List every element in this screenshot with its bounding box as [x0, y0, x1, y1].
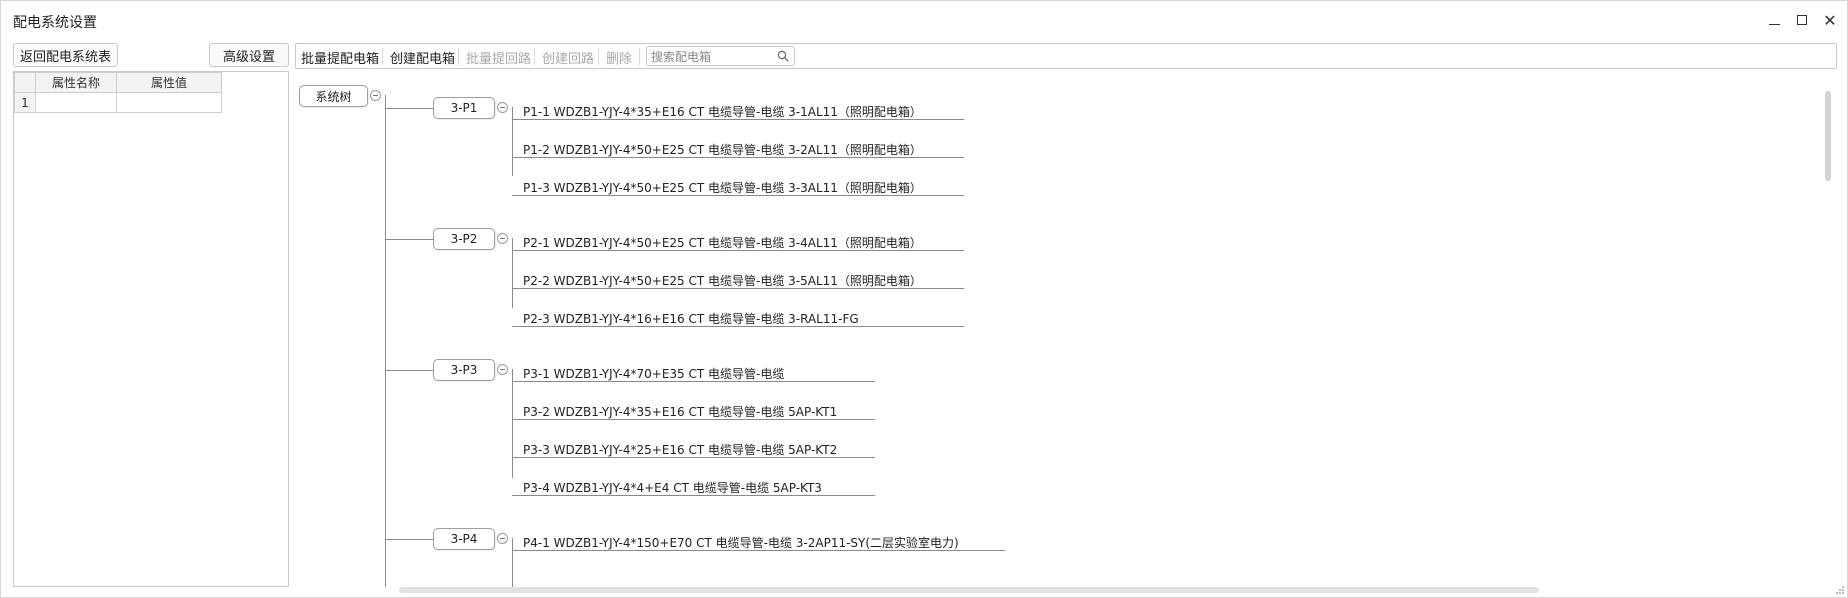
- tree-connector: [512, 550, 1005, 551]
- collapse-toggle-icon[interactable]: [497, 102, 508, 113]
- tree-leaf-item[interactable]: P2-1 WDZB1-YJY-4*50+E25 CT 电缆导管-电缆 3-4AL…: [523, 234, 922, 251]
- tree-connector: [512, 326, 964, 327]
- tree-group-node[interactable]: 3-P2: [433, 228, 495, 250]
- toolbar-divider: [458, 48, 459, 65]
- title-bar: 配电系统设置 ✕: [1, 1, 1847, 39]
- tree-leaf-item[interactable]: P3-1 WDZB1-YJY-4*70+E35 CT 电缆导管-电缆: [523, 365, 784, 382]
- tree-leaf-item[interactable]: P1-2 WDZB1-YJY-4*50+E25 CT 电缆导管-电缆 3-2AL…: [523, 141, 922, 158]
- tree-leaf-item[interactable]: P4-1 WDZB1-YJY-4*150+E70 CT 电缆导管-电缆 3-2A…: [523, 534, 959, 551]
- maximize-icon: [1797, 15, 1807, 25]
- tree-group-node[interactable]: 3-P1: [433, 97, 495, 119]
- tree-group-node[interactable]: 3-P3: [433, 359, 495, 381]
- advanced-settings-button[interactable]: 高级设置: [209, 43, 289, 67]
- tree-connector: [512, 381, 875, 382]
- search-icon[interactable]: [777, 50, 789, 62]
- tree-connector: [512, 119, 964, 120]
- property-panel: 属性名称 属性值 1: [13, 71, 289, 587]
- tree-leaf-item[interactable]: P1-1 WDZB1-YJY-4*35+E16 CT 电缆导管-电缆 3-1AL…: [523, 103, 922, 120]
- batch-extract-box-button[interactable]: 批量提配电箱: [301, 48, 379, 67]
- tree-leaf-item[interactable]: P3-3 WDZB1-YJY-4*25+E16 CT 电缆导管-电缆 5AP-K…: [523, 441, 837, 458]
- resize-grip-icon[interactable]: [1835, 585, 1845, 595]
- tree-connector: [512, 288, 964, 289]
- toolbar-divider: [534, 48, 535, 65]
- horizontal-scrollbar[interactable]: [399, 587, 1539, 593]
- search-input[interactable]: [649, 48, 773, 66]
- tree-root-node[interactable]: 系统树: [299, 85, 368, 107]
- collapse-toggle-icon[interactable]: [497, 364, 508, 375]
- tree-connector: [512, 157, 964, 158]
- tree-leaf-item[interactable]: P3-4 WDZB1-YJY-4*4+E4 CT 电缆导管-电缆 5AP-KT3: [523, 479, 822, 496]
- close-button[interactable]: ✕: [1819, 10, 1841, 30]
- tree-leaf-item[interactable]: P3-2 WDZB1-YJY-4*35+E16 CT 电缆导管-电缆 5AP-K…: [523, 403, 837, 420]
- minimize-icon: [1768, 23, 1780, 25]
- window-title: 配电系统设置: [13, 15, 97, 31]
- delete-button[interactable]: 删除: [606, 48, 632, 67]
- tree-group-label: 3-P1: [450, 101, 478, 115]
- row-number: 1: [14, 92, 36, 113]
- tree-root-label: 系统树: [315, 89, 352, 104]
- collapse-toggle-icon[interactable]: [497, 533, 508, 544]
- tree-connector: [512, 457, 875, 458]
- tree-group-label: 3-P4: [450, 532, 478, 546]
- tree-leaf-item[interactable]: P1-3 WDZB1-YJY-4*50+E25 CT 电缆导管-电缆 3-3AL…: [523, 179, 922, 196]
- vertical-scrollbar[interactable]: [1825, 91, 1831, 181]
- tree-connector: [512, 107, 513, 176]
- tree-connector: [512, 419, 875, 420]
- close-icon: ✕: [1823, 10, 1837, 30]
- tree-connector: [385, 95, 386, 587]
- property-value-cell[interactable]: [116, 92, 222, 113]
- property-name-cell[interactable]: [35, 92, 117, 113]
- toolbar: 批量提配电箱 创建配电箱 批量提回路 创建回路 删除: [295, 43, 1837, 69]
- batch-extract-loop-button[interactable]: 批量提回路: [466, 48, 531, 67]
- create-box-button[interactable]: 创建配电箱: [390, 48, 455, 67]
- property-grid: 属性名称 属性值 1: [14, 72, 222, 113]
- create-loop-button[interactable]: 创建回路: [542, 48, 594, 67]
- system-tree-view[interactable]: 系统树 3-P1 P1-1 WDZB1-YJY-4*35+E16 CT 电缆导管…: [295, 73, 1837, 587]
- collapse-toggle-icon[interactable]: [497, 233, 508, 244]
- toolbar-divider: [598, 48, 599, 65]
- tree-leaf-item[interactable]: P2-3 WDZB1-YJY-4*16+E16 CT 电缆导管-电缆 3-RAL…: [523, 310, 859, 327]
- grid-header-name: 属性名称: [35, 72, 117, 93]
- tree-group-node[interactable]: 3-P4: [433, 528, 495, 550]
- table-row[interactable]: 1: [14, 92, 222, 113]
- tree-connector: [512, 369, 513, 478]
- grid-header-value: 属性值: [116, 72, 222, 93]
- tree-leaf-item[interactable]: P2-2 WDZB1-YJY-4*50+E25 CT 电缆导管-电缆 3-5AL…: [523, 272, 922, 289]
- tree-connector: [512, 195, 964, 196]
- tree-connector: [512, 495, 875, 496]
- toolbar-divider: [382, 48, 383, 65]
- tree-group-label: 3-P2: [450, 232, 478, 246]
- maximize-button[interactable]: [1791, 10, 1813, 30]
- tree-connector: [385, 370, 433, 371]
- collapse-toggle-icon[interactable]: [370, 90, 381, 101]
- tree-connector: [385, 239, 433, 240]
- toolbar-divider: [639, 48, 640, 65]
- search-box: [646, 46, 795, 66]
- minimize-button[interactable]: [1763, 10, 1785, 30]
- settings-window: 配电系统设置 ✕ 返回配电系统表 高级设置 属性名称 属性值 1 批量提配电箱 …: [0, 0, 1848, 598]
- tree-connector: [512, 250, 964, 251]
- tree-connector: [512, 538, 513, 587]
- grid-corner: [14, 72, 36, 93]
- back-to-system-table-button[interactable]: 返回配电系统表: [13, 43, 118, 67]
- tree-connector: [385, 539, 433, 540]
- tree-connector: [512, 238, 513, 308]
- tree-group-label: 3-P3: [450, 363, 478, 377]
